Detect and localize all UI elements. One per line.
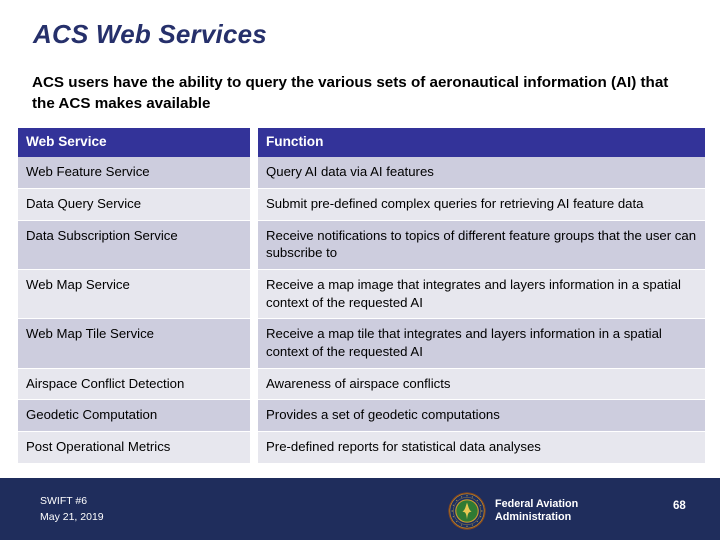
cell-function: Provides a set of geodetic computations bbox=[258, 400, 705, 433]
table-row: Data Query Service Submit pre-defined co… bbox=[18, 188, 705, 221]
column-gap bbox=[250, 400, 258, 433]
faa-branding: Federal Aviation Administration bbox=[448, 492, 578, 530]
table-header: Web Service Function bbox=[18, 128, 705, 158]
page-title: ACS Web Services bbox=[33, 19, 267, 49]
table-row: Web Feature Service Query AI data via AI… bbox=[18, 157, 705, 189]
column-gap bbox=[250, 432, 258, 464]
faa-brand-text: Federal Aviation Administration bbox=[495, 498, 578, 524]
column-header-function: Function bbox=[258, 128, 705, 158]
table-row: Geodetic Computation Provides a set of g… bbox=[18, 400, 705, 433]
column-gap bbox=[250, 128, 258, 158]
table-row: Airspace Conflict Detection Awareness of… bbox=[18, 368, 705, 401]
lead-paragraph: ACS users have the ability to query the … bbox=[32, 74, 669, 112]
cell-service: Data Subscription Service bbox=[18, 220, 250, 270]
cell-function: Awareness of airspace conflicts bbox=[258, 368, 705, 401]
cell-function: Receive a map tile that integrates and l… bbox=[258, 319, 705, 369]
column-gap bbox=[250, 157, 258, 189]
cell-function: Query AI data via AI features bbox=[258, 157, 705, 189]
faa-brand-line2: Administration bbox=[495, 511, 572, 523]
column-gap bbox=[250, 188, 258, 221]
table-row: Post Operational Metrics Pre-defined rep… bbox=[18, 432, 705, 464]
cell-service: Web Map Tile Service bbox=[18, 319, 250, 369]
column-gap bbox=[250, 368, 258, 401]
table-header-row: Web Service Function bbox=[18, 128, 705, 158]
footer-event: SWIFT #6 bbox=[40, 495, 88, 507]
table-body: Web Feature Service Query AI data via AI… bbox=[18, 157, 705, 464]
cell-service: Web Feature Service bbox=[18, 157, 250, 189]
column-gap bbox=[250, 319, 258, 369]
table-row: Data Subscription Service Receive notifi… bbox=[18, 220, 705, 270]
faa-brand-line1: Federal Aviation bbox=[495, 497, 579, 510]
cell-function: Receive notifications to topics of diffe… bbox=[258, 220, 705, 270]
cell-service: Post Operational Metrics bbox=[18, 432, 250, 464]
web-services-table: Web Service Function Web Feature Service… bbox=[18, 128, 705, 464]
cell-function: Submit pre-defined complex queries for r… bbox=[258, 188, 705, 221]
cell-function: Pre-defined reports for statistical data… bbox=[258, 432, 705, 464]
cell-function: Receive a map image that integrates and … bbox=[258, 269, 705, 320]
cell-service: Geodetic Computation bbox=[18, 400, 250, 433]
table-row: Web Map Tile Service Receive a map tile … bbox=[18, 319, 705, 369]
cell-service: Web Map Service bbox=[18, 269, 250, 320]
column-header-web-service: Web Service bbox=[18, 128, 250, 158]
cell-service: Data Query Service bbox=[18, 188, 250, 221]
slide: ACS Web Services ACS users have the abil… bbox=[0, 0, 720, 540]
slide-footer: SWIFT #6 May 21, 2019 Federal Aviation A… bbox=[0, 478, 720, 540]
faa-seal-icon bbox=[448, 492, 486, 530]
column-gap bbox=[250, 269, 258, 320]
cell-service: Airspace Conflict Detection bbox=[18, 368, 250, 401]
footer-meta: SWIFT #6 May 21, 2019 bbox=[40, 494, 104, 526]
page-number: 68 bbox=[673, 500, 686, 512]
column-gap bbox=[250, 220, 258, 270]
table-row: Web Map Service Receive a map image that… bbox=[18, 269, 705, 320]
footer-date: May 21, 2019 bbox=[40, 510, 104, 523]
